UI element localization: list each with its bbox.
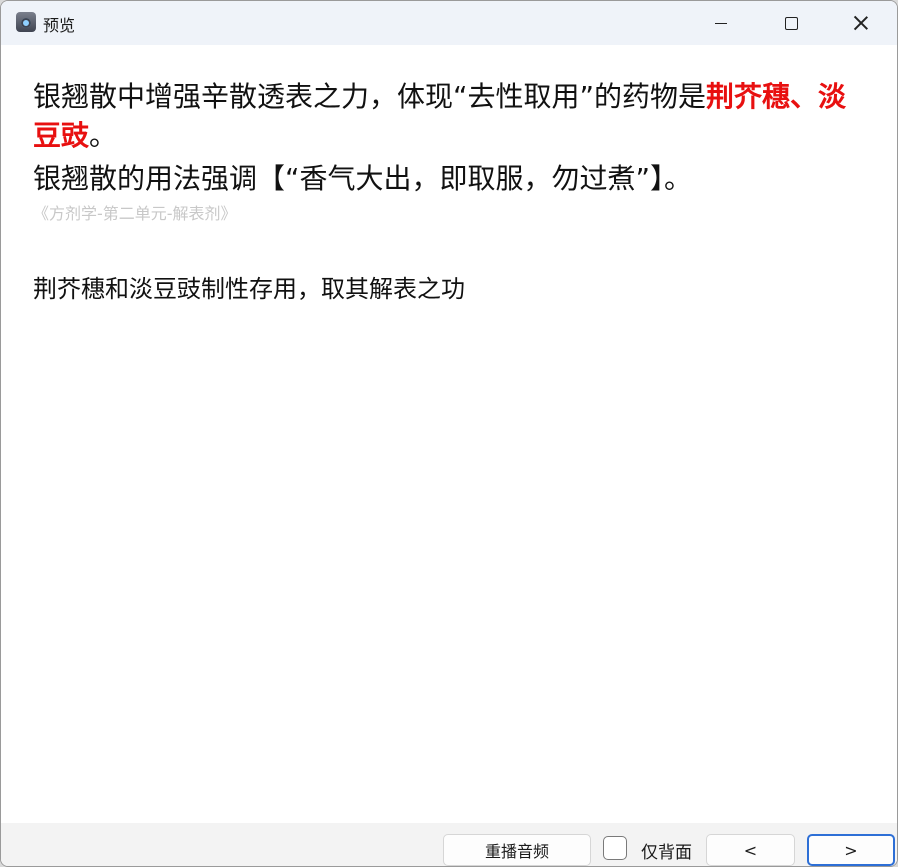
source-label: 《方剂学-第二单元-解表剂》: [33, 204, 237, 223]
app-icon: [16, 12, 36, 32]
window-title: 预览: [43, 16, 76, 35]
preview-window: 预览 银翘散中增强辛散透表之力，体现“去性取用”的药物是荆芥穗、淡豆豉。 银翘散…: [0, 0, 898, 867]
card-content: 银翘散中增强辛散透表之力，体现“去性取用”的药物是荆芥穗、淡豆豉。 银翘散的用法…: [1, 45, 897, 823]
next-button[interactable]: >: [807, 834, 895, 866]
question-line-1: 银翘散中增强辛散透表之力，体现“去性取用”的药物是荆芥穗、淡豆豉。: [33, 77, 863, 155]
maximize-button[interactable]: [756, 1, 826, 45]
back-only-label[interactable]: 仅背面: [641, 838, 692, 863]
close-icon: [853, 15, 869, 31]
back-only-checkbox[interactable]: [603, 836, 627, 860]
title-bar[interactable]: 预览: [1, 1, 897, 45]
close-button[interactable]: [826, 1, 896, 45]
minimize-icon: [715, 22, 727, 24]
question-text: 银翘散中增强辛散透表之力，体现“去性取用”的药物是荆芥穗、淡豆豉。 银翘散的用法…: [33, 77, 863, 198]
question-line-2: 银翘散的用法强调【“香气大出，即取服，勿过煮”】。: [33, 162, 693, 195]
answer-text: 荆芥穗和淡豆豉制性存用，取其解表之功: [33, 275, 465, 303]
replay-audio-button[interactable]: 重播音频: [443, 834, 591, 866]
footer-bar: 重播音频 仅背面 < >: [1, 823, 897, 866]
question-line-1-end: 。: [89, 119, 118, 152]
previous-button[interactable]: <: [706, 834, 795, 866]
maximize-icon: [784, 16, 798, 30]
question-line-1-text: 银翘散中增强辛散透表之力，体现“去性取用”的药物是: [33, 80, 707, 113]
minimize-button[interactable]: [686, 1, 756, 45]
